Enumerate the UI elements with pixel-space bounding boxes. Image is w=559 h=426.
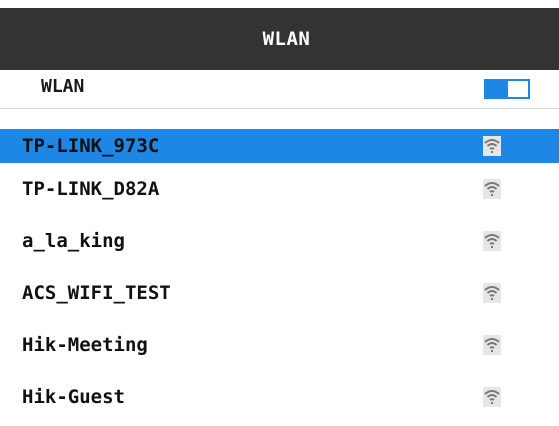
network-ssid: Hik-Guest — [22, 386, 125, 408]
wlan-toggle-row[interactable]: WLAN — [0, 70, 559, 109]
network-ssid: TP-LINK_D82A — [22, 178, 160, 200]
wifi-signal-icon — [483, 179, 501, 199]
title-bar: WLAN — [0, 8, 559, 70]
network-item-tp-link-d82a[interactable]: TP-LINK_D82A — [0, 163, 559, 215]
page-title: WLAN — [262, 28, 311, 50]
wifi-signal-icon — [483, 283, 501, 303]
network-ssid: TP-LINK_973C — [22, 135, 160, 157]
list-spacer — [0, 109, 559, 129]
wlan-toggle-label: WLAN — [41, 76, 85, 97]
network-list: TP-LINK_973C TP-LINK_D82A a_la_king ACS_… — [0, 129, 559, 423]
network-ssid: a_la_king — [22, 230, 125, 252]
wlan-settings-screen: WLAN WLAN TP-LINK_973C TP-LINK_D82A a_la… — [0, 0, 559, 426]
network-ssid: Hik-Meeting — [22, 334, 148, 356]
network-item-a-la-king[interactable]: a_la_king — [0, 215, 559, 267]
wlan-toggle-switch[interactable] — [484, 79, 530, 99]
network-item-hik-meeting[interactable]: Hik-Meeting — [0, 319, 559, 371]
wifi-signal-icon — [483, 335, 501, 355]
wifi-signal-icon — [483, 387, 501, 407]
network-item-hik-guest[interactable]: Hik-Guest — [0, 371, 559, 423]
network-ssid: ACS_WIFI_TEST — [22, 282, 171, 304]
wifi-signal-icon — [483, 136, 501, 156]
network-item-acs-wifi-test[interactable]: ACS_WIFI_TEST — [0, 267, 559, 319]
network-item-tp-link-973c[interactable]: TP-LINK_973C — [0, 129, 559, 163]
toggle-knob — [508, 81, 528, 97]
wifi-signal-icon — [483, 231, 501, 251]
